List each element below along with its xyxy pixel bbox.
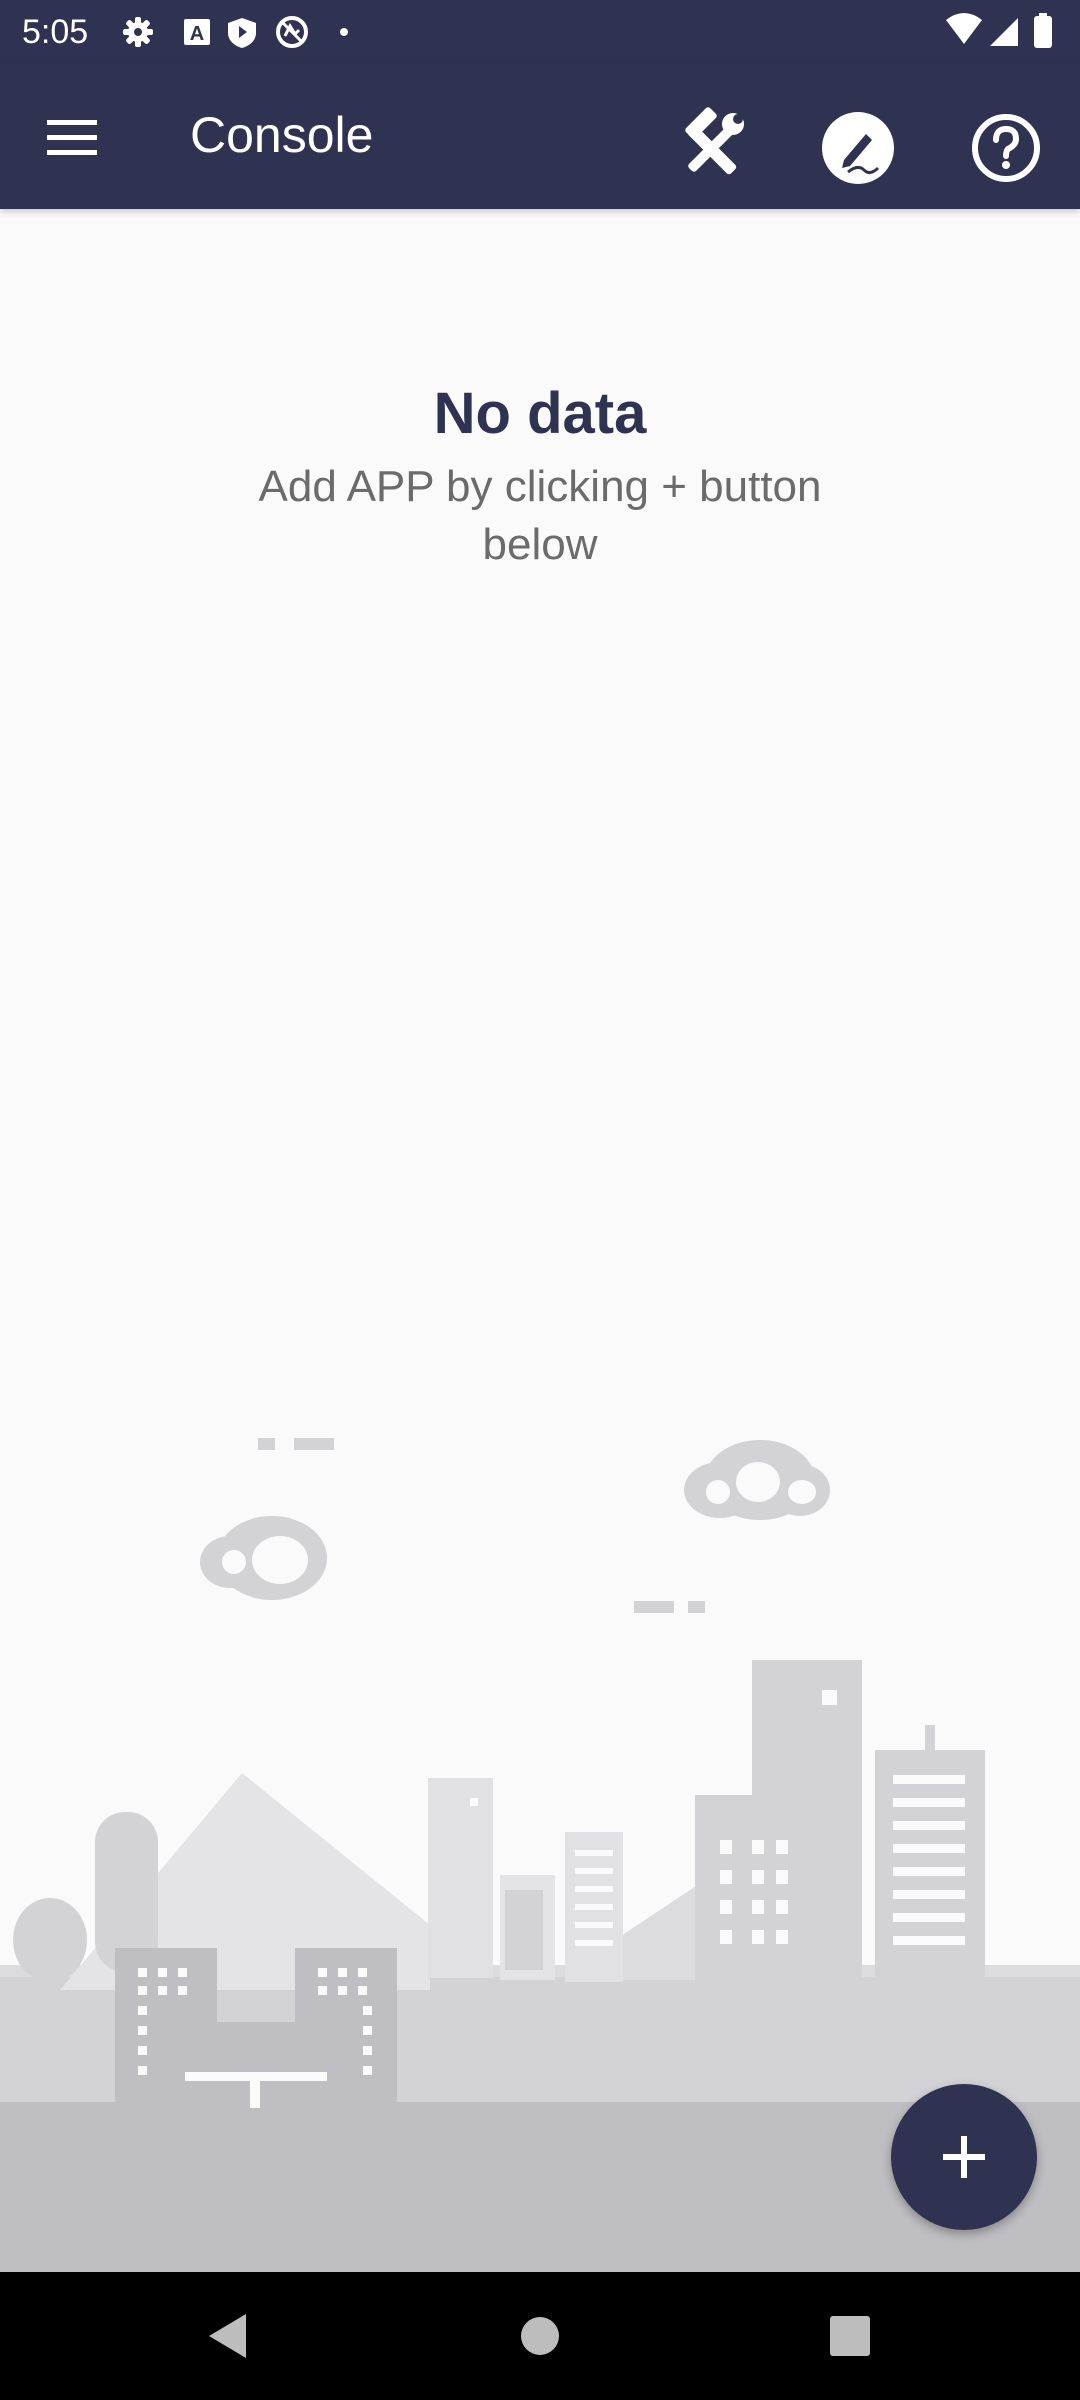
page-title: Console <box>190 107 374 163</box>
help-button[interactable] <box>956 98 1056 198</box>
dot-icon <box>340 28 348 36</box>
empty-state: No data Add APP by clicking + button bel… <box>0 370 1080 574</box>
vpn-icon <box>276 16 308 48</box>
svg-text:A: A <box>190 23 204 45</box>
empty-headline: No data <box>433 381 647 446</box>
navigation-bar <box>0 2272 1080 2400</box>
hammer-wrench-icon <box>685 107 744 175</box>
menu-icon <box>47 120 97 155</box>
status-icons-left: A <box>123 16 348 48</box>
empty-message: Add APP by clicking + button below <box>258 462 822 569</box>
status-icons-right <box>946 13 1052 48</box>
menu-button[interactable] <box>30 104 116 170</box>
battery-icon <box>1034 16 1052 48</box>
home-icon <box>521 2317 559 2355</box>
home-button[interactable] <box>490 2296 590 2376</box>
help-icon <box>972 114 1040 182</box>
status-time: 5:05 <box>22 13 89 51</box>
back-button[interactable] <box>176 2296 276 2376</box>
app-bar: Console <box>0 64 1080 209</box>
recents-button[interactable] <box>800 2296 900 2376</box>
add-app-button[interactable] <box>891 2084 1037 2230</box>
shield-play-icon <box>228 18 256 48</box>
tools-button[interactable] <box>660 98 760 198</box>
text-a-icon: A <box>184 19 210 45</box>
plus-icon <box>943 2136 985 2178</box>
signature-button[interactable] <box>808 98 908 198</box>
status-bar: 5:05 A <box>0 0 1080 64</box>
settings-icon <box>123 17 153 47</box>
recents-icon <box>830 2316 870 2356</box>
signature-icon <box>822 112 894 184</box>
signal-icon <box>990 18 1018 46</box>
wifi-icon <box>946 13 982 44</box>
back-icon <box>209 2314 246 2358</box>
